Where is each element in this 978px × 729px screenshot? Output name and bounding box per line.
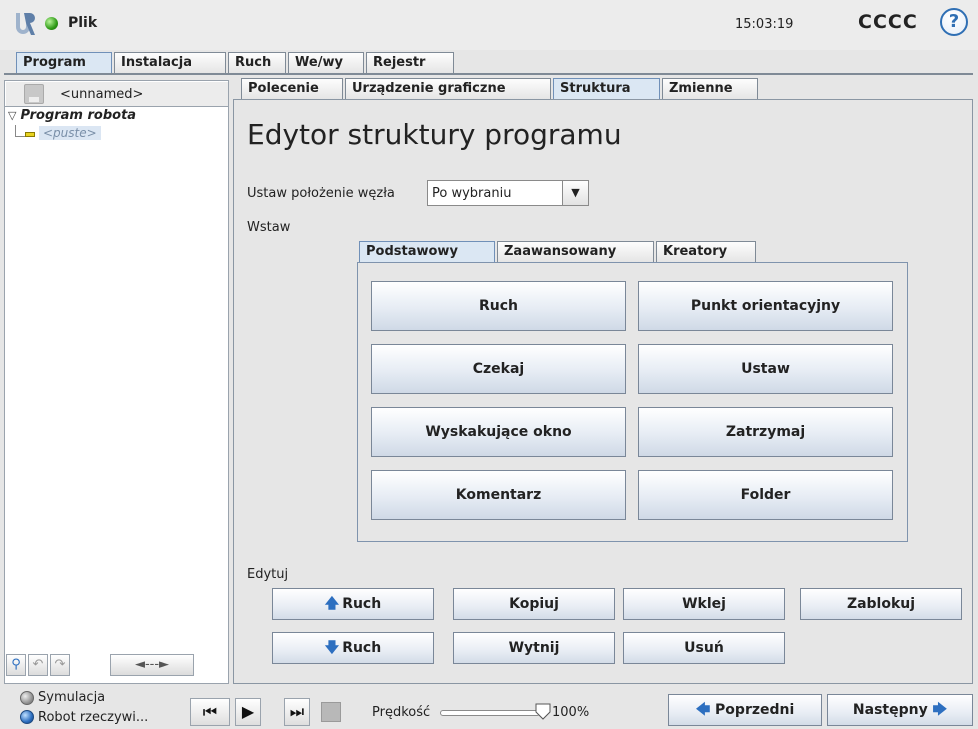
dropdown-arrow-icon[interactable]: ▼ <box>562 181 588 205</box>
simulation-radio[interactable] <box>20 691 34 705</box>
tab-variables[interactable]: Zmienne <box>662 78 758 99</box>
tab-advanced[interactable]: Zaawansowany <box>497 241 654 262</box>
move-down-button[interactable]: 🡇 Ruch <box>272 632 434 664</box>
play-icon[interactable]: ▶ <box>235 698 261 726</box>
expand-triangle-icon: ▽ <box>8 109 17 122</box>
tab-program[interactable]: Program <box>16 52 112 73</box>
stop-icon[interactable] <box>321 702 341 722</box>
expand-arrow-button[interactable]: ◄---► <box>110 654 194 676</box>
node-position-value: Po wybraniu <box>432 186 512 201</box>
copy-button[interactable]: Kopiuj <box>453 588 615 620</box>
delete-button[interactable]: Usuń <box>623 632 785 664</box>
clock: 15:03:19 <box>735 17 794 32</box>
tab-move[interactable]: Ruch <box>228 52 286 73</box>
page-title: Edytor struktury programu <box>247 118 622 151</box>
robot-name: CCCC <box>858 11 918 33</box>
insert-wait-button[interactable]: Czekaj <box>371 344 626 394</box>
insert-halt-button[interactable]: Zatrzymaj <box>638 407 893 457</box>
cut-button[interactable]: Wytnij <box>453 632 615 664</box>
speed-slider[interactable] <box>440 710 540 716</box>
real-robot-label: Robot rzeczywi... <box>38 710 149 725</box>
help-icon[interactable]: ? <box>940 8 968 36</box>
speed-label: Prędkość <box>372 705 431 720</box>
empty-node-icon <box>25 132 35 137</box>
search-icon[interactable]: ⚲ <box>6 654 26 676</box>
insert-move-button[interactable]: Ruch <box>371 281 626 331</box>
redo-icon[interactable]: ↷ <box>50 654 70 676</box>
tab-basic[interactable]: Podstawowy <box>359 241 495 262</box>
simulation-label: Symulacja <box>38 690 106 705</box>
edit-label: Edytuj <box>247 567 289 582</box>
tree-node-empty[interactable]: <puste> <box>39 126 101 140</box>
tree-connector <box>15 125 25 137</box>
ur-logo-icon <box>16 13 35 35</box>
tab-io[interactable]: We/wy <box>288 52 364 73</box>
tab-structure[interactable]: Struktura <box>553 78 660 99</box>
previous-button[interactable]: 🡄 Poprzedni <box>668 694 822 726</box>
status-led-icon <box>45 17 58 30</box>
tab-wizards[interactable]: Kreatory <box>656 241 756 262</box>
arrow-up-icon: 🡅 <box>324 596 340 612</box>
tab-graphics[interactable]: Urządzenie graficzne <box>345 78 551 99</box>
tree-root-label: Program robota <box>20 108 137 123</box>
slider-thumb-icon[interactable] <box>534 702 552 720</box>
tab-log[interactable]: Rejestr <box>366 52 454 73</box>
tab-divider <box>4 73 973 75</box>
save-icon[interactable] <box>24 84 44 104</box>
arrow-down-icon: 🡇 <box>324 640 340 656</box>
file-menu[interactable]: Plik <box>68 15 97 31</box>
step-icon[interactable]: ⏭ <box>284 698 310 726</box>
insert-folder-button[interactable]: Folder <box>638 470 893 520</box>
arrow-left-icon: 🡄 <box>695 702 716 718</box>
speed-value: 100% <box>552 705 590 720</box>
insert-label: Wstaw <box>247 220 291 235</box>
program-tree-panel <box>4 80 229 684</box>
paste-button[interactable]: Wklej <box>623 588 785 620</box>
rewind-icon[interactable]: ⏮ <box>190 698 230 726</box>
real-robot-radio[interactable] <box>20 710 34 724</box>
insert-comment-button[interactable]: Komentarz <box>371 470 626 520</box>
program-name: <unnamed> <box>60 87 144 102</box>
panel-divider <box>5 106 228 107</box>
move-up-button[interactable]: 🡅 Ruch <box>272 588 434 620</box>
tree-root[interactable]: ▽ Program robota <box>8 108 136 123</box>
insert-set-button[interactable]: Ustaw <box>638 344 893 394</box>
top-bar <box>0 0 978 50</box>
next-button[interactable]: Następny 🡆 <box>827 694 973 726</box>
insert-waypoint-button[interactable]: Punkt orientacyjny <box>638 281 893 331</box>
tab-command[interactable]: Polecenie <box>241 78 343 99</box>
lock-button[interactable]: Zablokuj <box>800 588 962 620</box>
insert-popup-button[interactable]: Wyskakujące okno <box>371 407 626 457</box>
undo-icon[interactable]: ↶ <box>28 654 48 676</box>
arrow-right-icon: 🡆 <box>927 702 948 718</box>
node-position-label: Ustaw położenie węzła <box>247 186 395 201</box>
tab-installation[interactable]: Instalacja <box>114 52 226 73</box>
